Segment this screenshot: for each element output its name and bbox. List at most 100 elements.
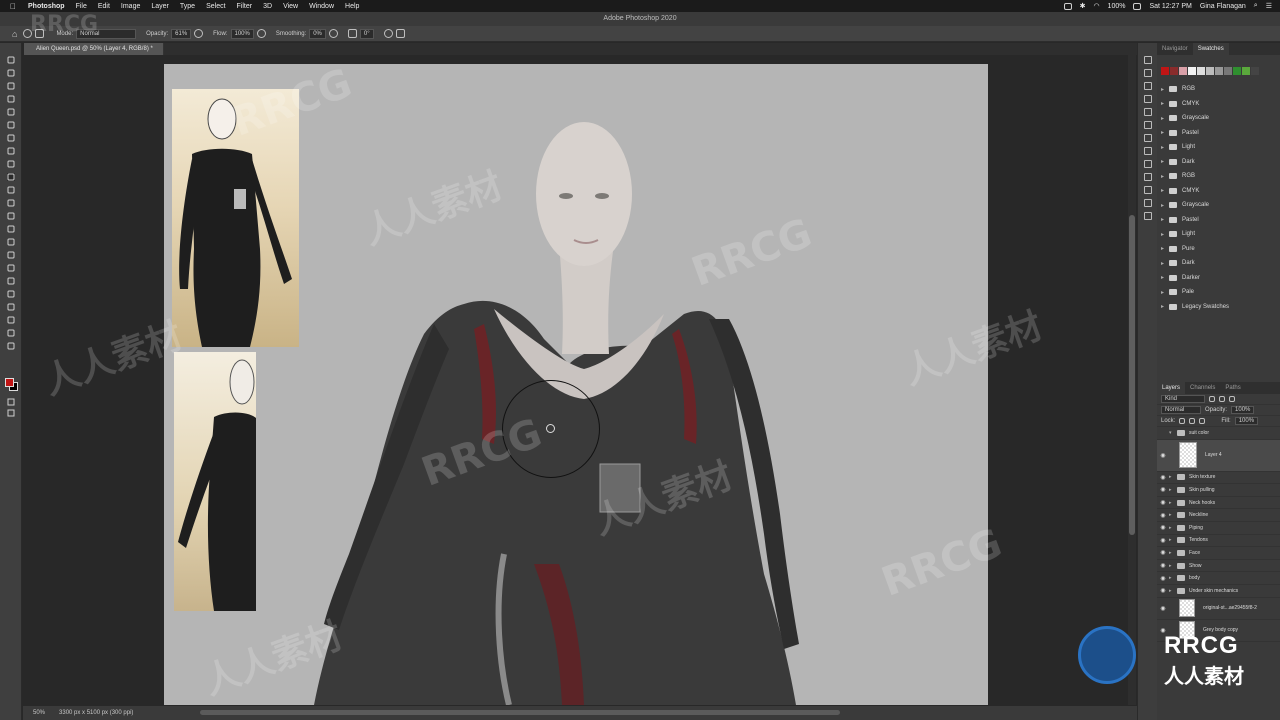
pen-tool-icon[interactable] [7, 264, 15, 272]
chevron-right-icon[interactable]: ▸ [1169, 512, 1175, 518]
menu-help[interactable]: Help [345, 3, 359, 10]
visibility-eye-icon[interactable]: ◉ [1157, 537, 1169, 544]
pressure-size-icon[interactable] [383, 29, 393, 38]
gradient-tool-icon[interactable] [7, 225, 15, 233]
clock[interactable]: Sat 12:27 PM [1149, 3, 1191, 10]
layer-group[interactable]: ◉ ▸ Face [1157, 547, 1280, 560]
filter-pixel-icon[interactable] [1209, 396, 1215, 402]
control-center-icon[interactable]: ☰ [1266, 2, 1272, 10]
shape-tool-icon[interactable] [7, 303, 15, 311]
chevron-right-icon[interactable]: ▸ [1161, 260, 1167, 267]
wifi-icon[interactable]: ◠ [1093, 2, 1099, 10]
healing-brush-tool-icon[interactable] [7, 160, 15, 168]
menu-app[interactable]: Photoshop [28, 3, 65, 10]
chevron-right-icon[interactable]: ▸ [1169, 474, 1175, 480]
menu-3d[interactable]: 3D [263, 3, 272, 10]
zoom-level[interactable]: 50% [33, 710, 45, 716]
chevron-right-icon[interactable]: ▸ [1161, 216, 1167, 223]
swatch-group[interactable]: ▸ Grayscale [1157, 111, 1280, 126]
type-tool-icon[interactable] [7, 277, 15, 285]
swatch-group[interactable]: ▸ Pale [1157, 285, 1280, 300]
blur-tool-icon[interactable] [7, 238, 15, 246]
swatch-group[interactable]: ▸ Dark [1157, 155, 1280, 170]
menu-type[interactable]: Type [180, 3, 195, 10]
visibility-eye-icon[interactable]: ◉ [1157, 486, 1169, 493]
visibility-eye-icon[interactable]: ◉ [1157, 562, 1169, 569]
lasso-tool-icon[interactable] [7, 95, 15, 103]
layer-group[interactable]: ◉ ▸ Skin pulling [1157, 484, 1280, 497]
brush-settings-icon[interactable] [35, 29, 45, 38]
swatch-group[interactable]: ▸ CMYK [1157, 97, 1280, 112]
quick-select-tool-icon[interactable] [7, 108, 15, 116]
layer-item[interactable]: ◉ original-st...ae29455f8-2 [1157, 597, 1280, 620]
brushes-panel-icon[interactable] [1144, 82, 1152, 90]
layer-comps-panel-icon[interactable] [1144, 212, 1152, 220]
adjustments-panel-icon[interactable] [1144, 95, 1152, 103]
mode-select[interactable]: Normal [76, 28, 137, 39]
foreground-color-swatch[interactable] [5, 378, 14, 387]
lock-position-icon[interactable] [1189, 418, 1196, 424]
tab-navigator[interactable]: Navigator [1157, 43, 1193, 55]
chevron-right-icon[interactable]: ▸ [1161, 100, 1167, 107]
swatch-group[interactable]: ▸ Grayscale [1157, 198, 1280, 213]
chevron-right-icon[interactable]: ▸ [1161, 144, 1167, 151]
chevron-right-icon[interactable]: ▸ [1169, 563, 1175, 569]
swatch-chip[interactable] [1224, 67, 1232, 75]
paths-panel-icon[interactable] [1144, 199, 1152, 207]
menu-select[interactable]: Select [206, 3, 225, 10]
layer-group[interactable]: ◉ ▸ body [1157, 572, 1280, 585]
swatch-group[interactable]: ▸ Darker [1157, 271, 1280, 286]
visibility-eye-icon[interactable]: ◉ [1157, 524, 1169, 531]
chevron-right-icon[interactable]: ▸ [1161, 289, 1167, 296]
quick-mask-icon[interactable] [7, 398, 15, 406]
layer-group[interactable]: ◉ ▸ Under skin mechanics [1157, 585, 1280, 598]
visibility-eye-icon[interactable]: ◉ [1157, 512, 1169, 519]
home-icon[interactable]: ⌂ [12, 29, 17, 39]
chevron-right-icon[interactable]: ▸ [1169, 537, 1175, 543]
layer-filter-select[interactable]: Kind [1161, 395, 1205, 403]
swatch-group[interactable]: ▸ RGB [1157, 82, 1280, 97]
bluetooth-icon[interactable]: ✱ [1080, 2, 1086, 10]
swatch-chip[interactable] [1197, 67, 1205, 75]
frame-tool-icon[interactable] [7, 134, 15, 142]
menu-filter[interactable]: Filter [237, 3, 253, 10]
apple-icon[interactable]:  [10, 2, 20, 11]
swatch-group[interactable]: ▸ Light [1157, 227, 1280, 242]
libraries-panel-icon[interactable] [1144, 160, 1152, 168]
brush-preset-picker[interactable] [23, 29, 45, 38]
swatch-group[interactable]: ▸ Pastel [1157, 126, 1280, 141]
swatch-chip[interactable] [1206, 67, 1214, 75]
tab-channels[interactable]: Channels [1185, 382, 1220, 394]
user-name[interactable]: Gina Flanagan [1200, 3, 1246, 10]
lock-all-icon[interactable] [1199, 418, 1206, 424]
info-panel-icon[interactable] [1144, 108, 1152, 116]
chevron-right-icon[interactable]: ▸ [1161, 303, 1167, 310]
visibility-eye-icon[interactable]: ◉ [1157, 549, 1169, 556]
swatch-group[interactable]: ▸ Light [1157, 140, 1280, 155]
filter-adjust-icon[interactable] [1219, 396, 1225, 402]
flow-field[interactable]: 100% [230, 28, 254, 39]
chevron-right-icon[interactable]: ▸ [1161, 187, 1167, 194]
swatch-chip[interactable] [1170, 67, 1178, 75]
fill-field[interactable]: 100% [1234, 417, 1259, 425]
swatch-group[interactable]: ▸ RGB [1157, 169, 1280, 184]
search-icon[interactable]: ⌕ [1254, 2, 1258, 10]
opacity-field[interactable]: 61% [171, 28, 192, 39]
vertical-scroll-thumb[interactable] [1129, 215, 1135, 535]
move-tool-icon[interactable] [7, 56, 15, 64]
layer-active[interactable]: ◉ Layer 4 [1157, 439, 1280, 472]
horizontal-scrollbar[interactable] [200, 710, 840, 715]
chevron-right-icon[interactable]: ▸ [1161, 86, 1167, 93]
airbrush-icon[interactable] [256, 29, 266, 38]
dodge-tool-icon[interactable] [7, 251, 15, 259]
swatch-chip[interactable] [1251, 67, 1259, 75]
chevron-right-icon[interactable]: ▸ [1169, 588, 1175, 594]
document-tab[interactable]: Alien Queen.psd @ 50% (Layer 4, RGB/8) * [24, 43, 164, 55]
hand-tool-icon[interactable] [7, 316, 15, 324]
swatch-group[interactable]: ▸ Dark [1157, 256, 1280, 271]
chevron-right-icon[interactable]: ▸ [1161, 274, 1167, 281]
history-panel-icon[interactable] [1144, 56, 1152, 64]
layer-group[interactable]: ◉ ▸ Skin texture [1157, 472, 1280, 485]
symmetry-icon[interactable] [395, 29, 405, 38]
more-tools-icon[interactable] [7, 342, 15, 350]
